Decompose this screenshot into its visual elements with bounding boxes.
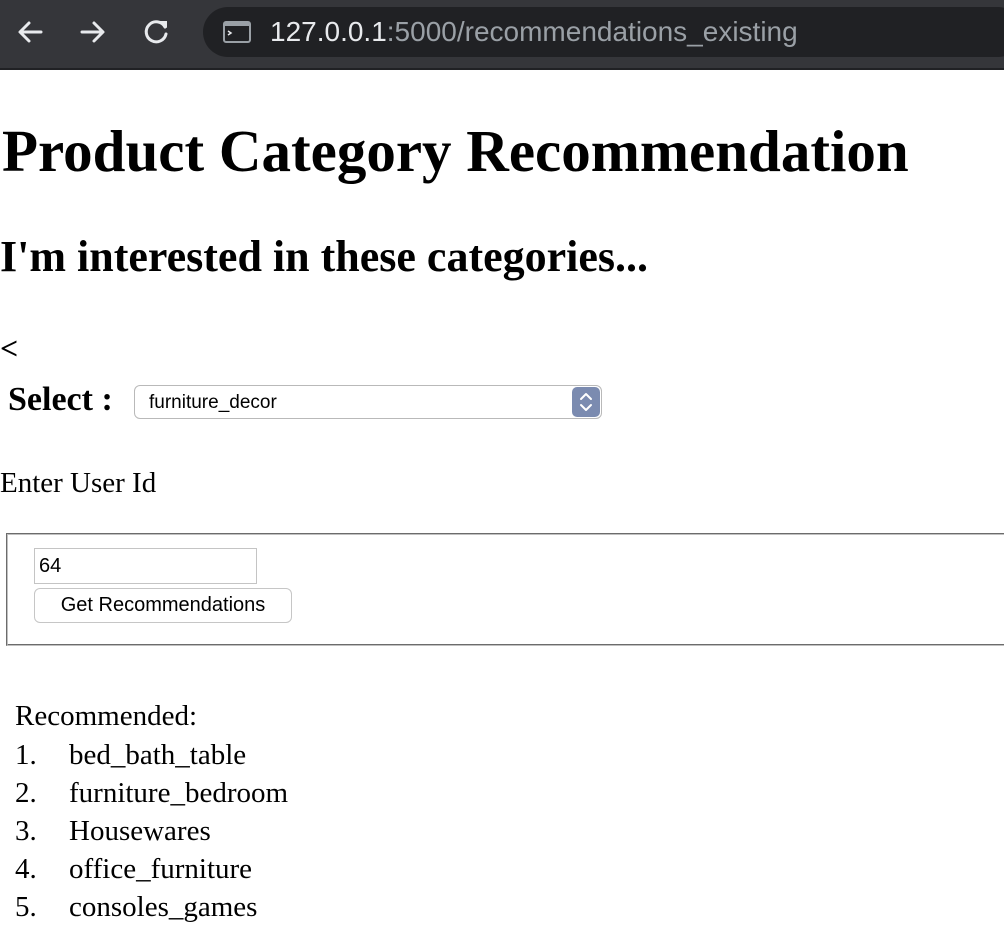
category-select[interactable]: furniture_decor xyxy=(134,385,602,419)
recommendation-list: 1. bed_bath_table 2. furniture_bedroom 3. H… xyxy=(15,736,288,926)
user-id-input[interactable]: 64 xyxy=(34,548,257,584)
list-item-number: 5. xyxy=(15,891,37,923)
url-host: 127.0.0.1 xyxy=(270,16,387,47)
browser-toolbar: 127.0.0.1:5000/recommendations_existing xyxy=(0,0,1004,70)
selected-category: furniture_decor xyxy=(149,392,277,413)
list-item-text: office_furniture xyxy=(69,853,253,885)
list-item: 1. bed_bath_table xyxy=(15,736,288,774)
back-arrow-icon[interactable] xyxy=(8,10,52,54)
url-path: :5000/recommendations_existing xyxy=(386,16,798,47)
page-subtitle: I'm interested in these categories... xyxy=(0,232,649,281)
reload-icon[interactable] xyxy=(134,10,178,54)
list-item-number: 4. xyxy=(15,853,37,885)
page-title: Product Category Recommendation xyxy=(2,118,909,184)
get-recommendations-button[interactable]: Get Recommendations xyxy=(34,588,292,623)
list-item: 2. furniture_bedroom xyxy=(15,774,288,812)
list-item: 5. consoles_games xyxy=(15,888,288,926)
list-item-number: 3. xyxy=(15,815,37,847)
list-item-text: Housewares xyxy=(69,815,211,847)
list-item-text: bed_bath_table xyxy=(69,739,247,771)
list-item-number: 2. xyxy=(15,777,37,809)
list-item-text: furniture_bedroom xyxy=(69,777,289,809)
recommended-heading: Recommended: xyxy=(15,700,198,732)
list-item-number: 1. xyxy=(15,739,37,771)
list-item-text: consoles_games xyxy=(69,891,258,923)
address-bar[interactable]: 127.0.0.1:5000/recommendations_existing xyxy=(203,7,1004,57)
user-id-label: Enter User Id xyxy=(0,467,157,499)
list-item: 3. Housewares xyxy=(15,812,288,850)
select-label: Select : xyxy=(8,381,113,418)
stray-character: < xyxy=(0,330,19,366)
url-text[interactable]: 127.0.0.1:5000/recommendations_existing xyxy=(270,17,798,47)
forward-arrow-icon[interactable] xyxy=(71,10,115,54)
list-item: 4. office_furniture xyxy=(15,850,288,888)
terminal-page-icon xyxy=(223,21,251,43)
chevron-up-down-icon xyxy=(572,387,600,417)
